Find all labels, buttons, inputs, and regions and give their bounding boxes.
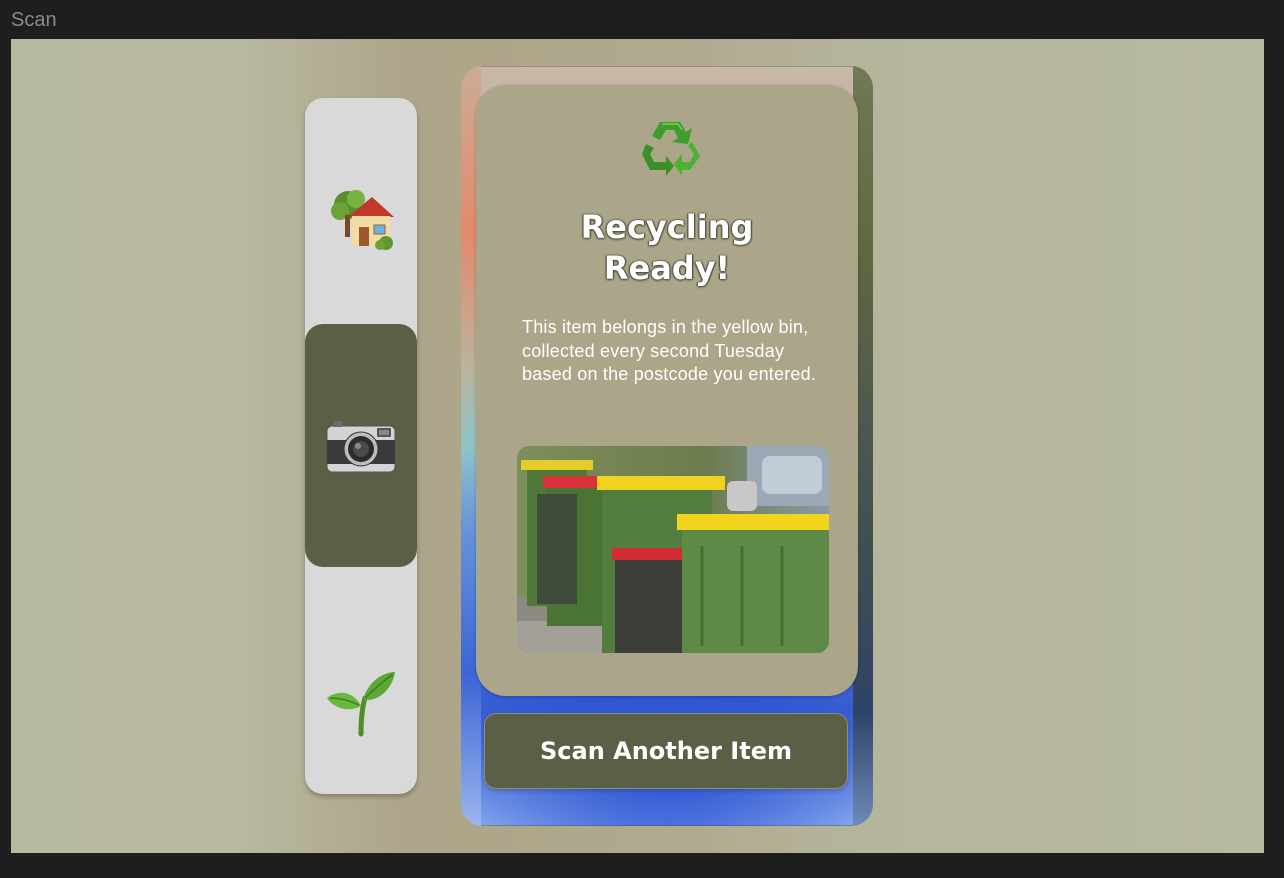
result-title-line2: Ready! — [603, 249, 731, 287]
nav-item-camera[interactable] — [305, 324, 417, 567]
window-title: Scan — [11, 9, 57, 31]
seedling-icon — [327, 672, 395, 737]
scan-another-item-button[interactable]: Scan Another Item — [484, 713, 848, 789]
nav-item-home[interactable] — [305, 168, 417, 268]
result-description: This item belongs in the yellow bin, col… — [522, 317, 817, 384]
nav-item-garden[interactable] — [305, 653, 417, 753]
recycle-icon — [642, 122, 700, 176]
house-with-garden-icon — [331, 190, 394, 250]
sidebar-nav — [305, 98, 417, 794]
camera-icon — [326, 420, 396, 472]
wheelie-bins-photo — [517, 446, 829, 653]
result-title-line1: Recycling — [580, 208, 754, 246]
result-title: Recycling Ready! — [516, 207, 818, 289]
result-card: Recycling Ready! This item belongs in th… — [476, 85, 858, 696]
